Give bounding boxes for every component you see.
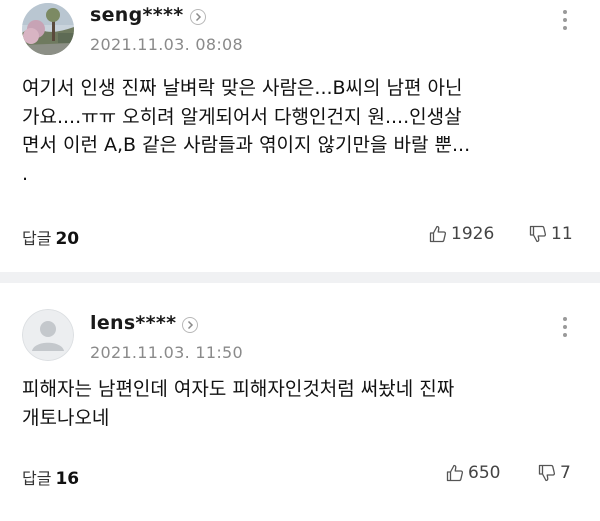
dislike-button[interactable]: 11: [528, 224, 573, 244]
like-count: 650: [468, 463, 501, 483]
timestamp: 2021.11.03. 08:08: [90, 35, 243, 54]
reply-button[interactable]: 답글 16: [22, 465, 79, 489]
username[interactable]: lens****: [90, 312, 176, 334]
thumbs-down-icon: [538, 464, 556, 482]
comment-line: .: [22, 162, 29, 185]
comment-item: lens**** 2021.11.03. 11:50 피해자는 남편인데 여자도…: [0, 283, 600, 521]
more-options-icon[interactable]: [561, 317, 569, 341]
like-count: 1926: [451, 224, 495, 244]
username[interactable]: seng****: [90, 4, 183, 26]
comment-body: 피해자는 남편인데 여자도 피해자인것처럼 써놨네 진짜 개토나오네: [22, 375, 582, 432]
reply-count: 20: [55, 229, 80, 249]
chevron-right-icon[interactable]: [190, 9, 206, 25]
avatar[interactable]: [22, 3, 74, 55]
section-divider: [0, 272, 600, 283]
comment-line: 가요....ㅠㅠ 오히려 알게되어서 다행인건지 원....인생살: [22, 105, 462, 128]
reply-label: 답글: [22, 229, 52, 248]
reply-count: 16: [55, 469, 80, 489]
comment-line: 여기서 인생 진짜 날벼락 맞은 사람은...B씨의 남편 아닌: [22, 77, 463, 99]
thumbs-up-icon: [446, 464, 464, 482]
comment-line: 개토나오네: [22, 406, 110, 429]
reply-button[interactable]: 답글 20: [22, 225, 79, 249]
comment-item: seng**** 2021.11.03. 08:08 여기서 인생 진짜 날벼락…: [0, 0, 600, 272]
dislike-count: 7: [560, 463, 571, 483]
timestamp: 2021.11.03. 11:50: [90, 343, 243, 362]
like-button[interactable]: 1926: [428, 224, 494, 244]
dislike-button[interactable]: 7: [537, 463, 571, 483]
thumbs-up-icon: [429, 225, 447, 243]
more-options-icon[interactable]: [561, 10, 569, 34]
comment-line: 피해자는 남편인데 여자도 피해자인것처럼 써놨네 진짜: [22, 378, 455, 400]
thumbs-down-icon: [529, 225, 547, 243]
dislike-count: 11: [551, 224, 573, 244]
comment-body: 여기서 인생 진짜 날벼락 맞은 사람은...B씨의 남편 아닌 가요....ㅠ…: [22, 74, 582, 188]
avatar[interactable]: [22, 309, 74, 361]
comment-line: 면서 이런 A,B 같은 사람들과 엮이지 않기만을 바랄 뿐...: [22, 134, 471, 156]
like-button[interactable]: 650: [445, 463, 500, 483]
chevron-right-icon[interactable]: [182, 317, 198, 333]
reply-label: 답글: [22, 469, 52, 488]
